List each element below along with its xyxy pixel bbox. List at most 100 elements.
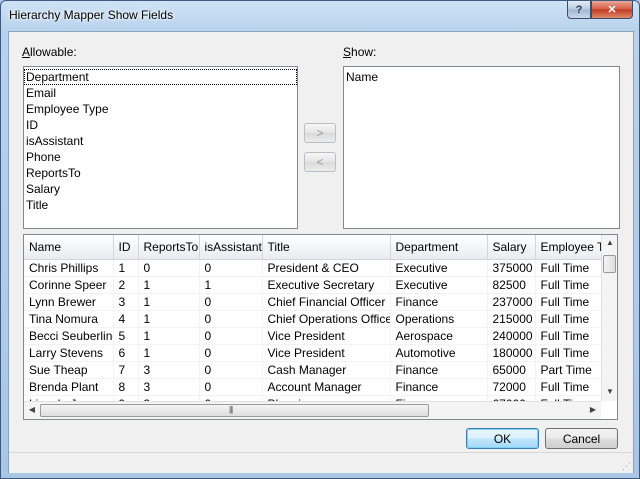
table-cell: Chief Financial Officer	[262, 293, 391, 311]
resize-grip-icon[interactable]: ⋰	[622, 461, 631, 472]
list-item[interactable]: Email	[24, 85, 297, 101]
table-cell: 7	[113, 361, 139, 379]
list-item[interactable]: isAssistant	[24, 133, 297, 149]
table-cell: Chief Operations Officer	[262, 310, 391, 328]
table-cell: Full Time	[535, 344, 601, 362]
column-header[interactable]: ReportsTo	[138, 235, 200, 260]
show-label: Show:	[343, 45, 377, 59]
table-cell: Full Time	[535, 378, 601, 396]
table-cell: 0	[199, 378, 263, 396]
table-cell: Full Time	[535, 310, 601, 328]
table-cell: Corinne Speer	[24, 276, 114, 294]
list-item[interactable]: Salary	[24, 181, 297, 197]
table-cell: Finance	[390, 378, 488, 396]
table-cell: Vice President	[262, 327, 391, 345]
help-button[interactable]: ?	[567, 1, 591, 19]
table-cell: 0	[199, 259, 263, 277]
allowable-listbox[interactable]: Department Email Employee Type ID isAssistan…	[23, 66, 298, 229]
table-cell: 215000	[487, 310, 536, 328]
table-cell: 0	[138, 259, 200, 277]
table-cell: 3	[113, 293, 139, 311]
table-cell: 2	[113, 276, 139, 294]
title-bar[interactable]: Hierarchy Mapper Show Fields ? ✕	[1, 1, 639, 31]
add-field-button[interactable]: >	[304, 123, 336, 143]
cancel-button[interactable]: Cancel	[545, 428, 618, 449]
list-item[interactable]: Employee Type	[24, 101, 297, 117]
table-row[interactable]: Becci Seuberling 5 1 0 Vice President Aerospa…	[24, 327, 601, 345]
table-cell: 0	[199, 344, 263, 362]
table-cell: 3	[138, 361, 200, 379]
table-cell: Brenda Plant	[24, 378, 114, 396]
scroll-up-icon[interactable]: ▲	[602, 238, 617, 247]
table-cell: 1	[138, 310, 200, 328]
table-cell: Finance	[390, 361, 488, 379]
table-cell: Sue Theap	[24, 361, 114, 379]
table-cell: 8	[113, 378, 139, 396]
table-cell: President & CEO	[262, 259, 391, 277]
close-button[interactable]: ✕	[591, 1, 633, 19]
list-item[interactable]: ID	[24, 117, 297, 133]
column-header[interactable]: Title	[262, 235, 391, 260]
table-row[interactable]: Lynn Brewer 3 1 0 Chief Financial Officer Fin…	[24, 293, 601, 311]
table-cell: 0	[199, 327, 263, 345]
table-cell: 1	[138, 293, 200, 311]
table-cell: 240000	[487, 327, 536, 345]
list-item[interactable]: Title	[24, 197, 297, 213]
table-row[interactable]: Corinne Speer 2 1 1 Executive Secretary Execu…	[24, 276, 601, 294]
table-cell: Executive Secretary	[262, 276, 391, 294]
table-cell: Cash Manager	[262, 361, 391, 379]
table-cell: Executive	[390, 276, 488, 294]
grid-horizontal-scrollbar[interactable]: ◀ ||| ▶	[24, 401, 601, 419]
table-cell: Becci Seuberling	[24, 327, 114, 345]
table-cell: 4	[113, 310, 139, 328]
table-cell: Larry Stevens	[24, 344, 114, 362]
allowable-label: Allowable:	[22, 45, 77, 59]
list-item[interactable]: Phone	[24, 149, 297, 165]
preview-data-grid[interactable]: Name ID ReportsTo isAssistant Title Departmen…	[23, 234, 618, 420]
table-cell: Full Time	[535, 293, 601, 311]
scroll-grip-icon: |||	[229, 405, 233, 414]
scroll-left-icon[interactable]: ◀	[24, 405, 40, 414]
table-cell: Account Manager	[262, 378, 391, 396]
table-cell: 5	[113, 327, 139, 345]
table-cell: 0	[199, 310, 263, 328]
table-cell: 375000	[487, 259, 536, 277]
column-header[interactable]: Name	[24, 235, 114, 260]
scroll-down-icon[interactable]: ▼	[602, 387, 617, 396]
column-header[interactable]: ID	[113, 235, 139, 260]
table-cell: Finance	[390, 293, 488, 311]
grid-vertical-scrollbar[interactable]: ▲ ▼	[601, 235, 617, 401]
table-cell: Executive	[390, 259, 488, 277]
table-cell: Part Time	[535, 361, 601, 379]
table-row[interactable]: Tina Nomura 4 1 0 Chief Operations Officer Op…	[24, 310, 601, 328]
show-listbox[interactable]: Name	[343, 66, 620, 229]
table-cell: 1	[113, 259, 139, 277]
table-cell: Full Time	[535, 259, 601, 277]
table-row[interactable]: Larry Stevens 6 1 0 Vice President Automotive…	[24, 344, 601, 362]
dialog-window: Hierarchy Mapper Show Fields ? ✕ Allowab…	[0, 0, 640, 479]
table-cell: 237000	[487, 293, 536, 311]
list-item[interactable]: ReportsTo	[24, 165, 297, 181]
table-cell: Automotive	[390, 344, 488, 362]
column-header[interactable]: Department	[390, 235, 488, 260]
column-header[interactable]: Salary	[487, 235, 536, 260]
dialog-client-area: Allowable: Department Email Employee Type I…	[8, 31, 634, 473]
column-header[interactable]: Employee Ty	[535, 235, 601, 260]
table-cell: 6	[113, 344, 139, 362]
scroll-right-icon[interactable]: ▶	[585, 405, 601, 414]
ok-button[interactable]: OK	[466, 428, 539, 449]
table-cell: 82500	[487, 276, 536, 294]
vertical-scroll-thumb[interactable]	[603, 255, 616, 273]
remove-field-button[interactable]: <	[304, 152, 336, 172]
horizontal-scroll-thumb[interactable]: |||	[40, 404, 429, 417]
table-row[interactable]: Chris Phillips 1 0 0 President & CEO Executiv…	[24, 259, 601, 277]
column-header[interactable]: isAssistant	[199, 235, 263, 260]
table-row[interactable]: Brenda Plant 8 3 0 Account Manager Finance 720…	[24, 378, 601, 396]
grid-header-row: Name ID ReportsTo isAssistant Title Departmen…	[24, 235, 601, 260]
table-cell: 0	[199, 361, 263, 379]
list-item[interactable]: Name	[344, 69, 619, 85]
list-item[interactable]: Department	[24, 69, 297, 85]
table-cell: 1	[138, 276, 200, 294]
table-row[interactable]: Sue Theap 7 3 0 Cash Manager Finance 65000 Part…	[24, 361, 601, 379]
table-cell: 180000	[487, 344, 536, 362]
